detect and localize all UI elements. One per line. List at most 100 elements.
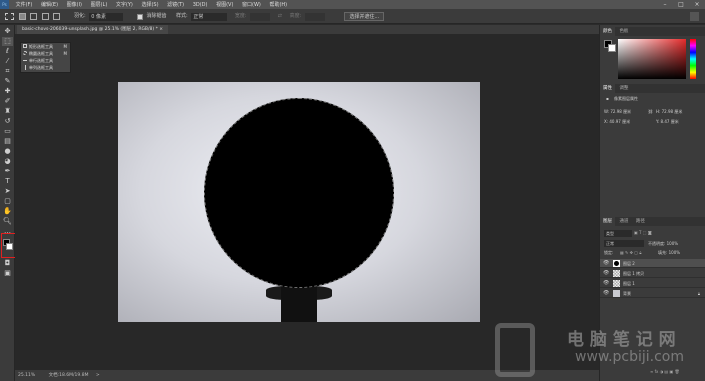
crop-tool-icon[interactable]: ⌗: [2, 67, 13, 76]
new-selection-icon[interactable]: [18, 13, 26, 20]
zoom-level[interactable]: 25.11%: [18, 373, 35, 378]
healing-brush-icon[interactable]: ✚: [2, 87, 13, 96]
filter-icons[interactable]: ▣ T ⬚ ◙: [634, 230, 652, 235]
type-tool-icon[interactable]: T: [2, 177, 13, 186]
history-brush-icon[interactable]: ↺: [2, 117, 13, 126]
flyout-item-single-row[interactable]: 单行选框工具: [21, 57, 70, 64]
layer-thumbnail: [613, 290, 620, 297]
antialias-checkbox[interactable]: [136, 13, 143, 20]
menu-file[interactable]: 文件(F): [16, 2, 33, 8]
dodge-tool-icon[interactable]: ◕: [2, 157, 13, 166]
hue-slider[interactable]: [690, 39, 696, 79]
menu-filter[interactable]: 滤镜(T): [167, 2, 184, 8]
properties-title: 像素图层属性: [614, 96, 638, 101]
hand-tool-icon[interactable]: ✋: [2, 207, 13, 216]
status-arrow-icon[interactable]: >: [96, 373, 100, 378]
fill-field[interactable]: 填充: 100%: [658, 250, 680, 256]
clone-stamp-icon[interactable]: ♜: [2, 107, 13, 116]
app-logo[interactable]: Ps: [0, 0, 9, 9]
document-tab[interactable]: basic-chovs-206039-unsplash.jpg @ 25.1% …: [17, 25, 169, 34]
watermark-logo-icon: [495, 323, 535, 377]
tab-swatches[interactable]: 色板: [616, 27, 631, 36]
layers-panel-tabs: 图层 通道 路径: [600, 217, 705, 226]
layer-row[interactable]: 👁︎ 背景 🔒︎: [600, 289, 705, 298]
tab-color[interactable]: 颜色: [600, 27, 615, 36]
tab-layers[interactable]: 图层: [600, 217, 615, 226]
layer-row[interactable]: 👁︎ 图层 1 拷贝: [600, 269, 705, 278]
panel-background-swatch[interactable]: [608, 44, 616, 52]
eraser-icon[interactable]: ▭: [2, 127, 13, 136]
tab-channels[interactable]: 通道: [616, 217, 631, 226]
magic-wand-icon[interactable]: ⁄: [2, 57, 13, 66]
workspace-icon[interactable]: [690, 12, 699, 21]
select-and-mask-button[interactable]: 选择并遮住...: [344, 12, 385, 21]
marquee-tool-icon[interactable]: [5, 13, 14, 20]
zoom-tool-icon[interactable]: 🔍︎: [2, 217, 13, 226]
intersect-selection-icon[interactable]: [53, 13, 61, 20]
gradient-tool-icon[interactable]: ▤: [2, 137, 13, 146]
menu-help[interactable]: 帮助(H): [269, 2, 287, 8]
minimize-button[interactable]: –: [657, 0, 673, 9]
document-image[interactable]: [118, 82, 480, 322]
menu-type[interactable]: 文字(Y): [116, 2, 133, 8]
flyout-item-rect-marquee[interactable]: 矩形选框工具 M: [21, 43, 70, 50]
menu-window[interactable]: 窗口(W): [242, 2, 261, 8]
pen-tool-icon[interactable]: ✒: [2, 167, 13, 176]
flyout-item-ellipse-marquee[interactable]: 椭圆选框工具 M: [21, 50, 70, 57]
watermark-title: 电 脑 笔 记 网: [567, 330, 676, 350]
marquee-tool-icon[interactable]: ⬚: [2, 37, 13, 46]
shape-tool-icon[interactable]: ▢: [2, 197, 13, 206]
x-field[interactable]: X: 40.97 厘米: [604, 119, 630, 125]
link-icon[interactable]: ⛓: [648, 109, 653, 114]
blend-mode-select[interactable]: 正常: [604, 240, 644, 247]
swap-icon[interactable]: ⇄: [278, 9, 282, 24]
path-selection-icon[interactable]: ➤: [2, 187, 13, 196]
ellipse-marquee-icon: [23, 51, 27, 55]
width-field[interactable]: W: 72.98 厘米: [604, 109, 631, 115]
add-selection-icon[interactable]: [30, 13, 38, 20]
flyout-item-single-column[interactable]: 单列选框工具: [21, 64, 70, 71]
visibility-eye-icon[interactable]: 👁︎: [603, 279, 609, 288]
move-tool-icon[interactable]: ✥: [2, 27, 13, 36]
y-field[interactable]: Y: 8.47 厘米: [656, 119, 679, 125]
menu-edit[interactable]: 编辑(E): [41, 2, 58, 8]
tab-paths[interactable]: 路径: [633, 217, 648, 226]
tab-properties[interactable]: 属性: [600, 84, 615, 93]
properties-panel-tabs: 属性 调整: [600, 84, 705, 93]
layer-row[interactable]: 👁︎ 图层 2: [600, 259, 705, 268]
maximize-button[interactable]: □: [673, 0, 689, 9]
visibility-eye-icon[interactable]: 👁︎: [603, 259, 609, 268]
menu-view[interactable]: 视图(V): [216, 2, 233, 8]
style-select[interactable]: 正常: [191, 12, 228, 21]
brush-tool-icon[interactable]: ✐: [2, 97, 13, 106]
eyedropper-icon[interactable]: ✎: [2, 77, 13, 86]
height-input[interactable]: [304, 12, 325, 21]
single-row-icon: [23, 60, 27, 61]
menu-3d[interactable]: 3D(D): [193, 2, 208, 8]
background-color-swatch[interactable]: [6, 243, 13, 250]
layer-row[interactable]: 👁︎ 图层 1: [600, 279, 705, 288]
tools-panel: ✥ ⬚ ℓ ⁄ ⌗ ✎ ✚ ✐ ♜ ↺ ▭ ▤ ● ◕ ✒ T ➤ ▢ ✋ 🔍︎…: [0, 25, 21, 381]
menu-select[interactable]: 选择(S): [141, 2, 158, 8]
layer-kind-filter[interactable]: 类型: [604, 230, 632, 237]
feather-input[interactable]: 0 像素: [89, 12, 124, 21]
visibility-eye-icon[interactable]: 👁︎: [603, 269, 609, 278]
quick-mask-icon[interactable]: ◘: [2, 259, 13, 268]
menu-image[interactable]: 图像(I): [67, 2, 82, 8]
lasso-tool-icon[interactable]: ℓ: [2, 47, 13, 56]
tab-adjustments[interactable]: 调整: [616, 84, 631, 93]
blend-mode-label: 正常: [606, 241, 614, 246]
menu-layer[interactable]: 图层(L): [91, 2, 108, 8]
height-field[interactable]: H: 72.98 厘米: [656, 109, 682, 115]
lock-icons[interactable]: ▦ ✎ ✥ ▢ 🔒︎: [620, 250, 641, 255]
opacity-field[interactable]: 不透明度: 100%: [648, 241, 678, 247]
blur-tool-icon[interactable]: ●: [2, 147, 13, 156]
rect-marquee-icon: [23, 44, 27, 48]
options-bar: 羽化: 0 像素 消除锯齿 样式: 正常 宽度: ⇄ 高度: 选择并遮住...: [0, 9, 705, 24]
subtract-selection-icon[interactable]: [41, 13, 49, 20]
screen-mode-icon[interactable]: ▣: [2, 269, 13, 278]
close-button[interactable]: ×: [689, 0, 705, 9]
width-input[interactable]: [250, 12, 271, 21]
visibility-eye-icon[interactable]: 👁︎: [603, 289, 609, 298]
color-field[interactable]: [618, 39, 686, 79]
